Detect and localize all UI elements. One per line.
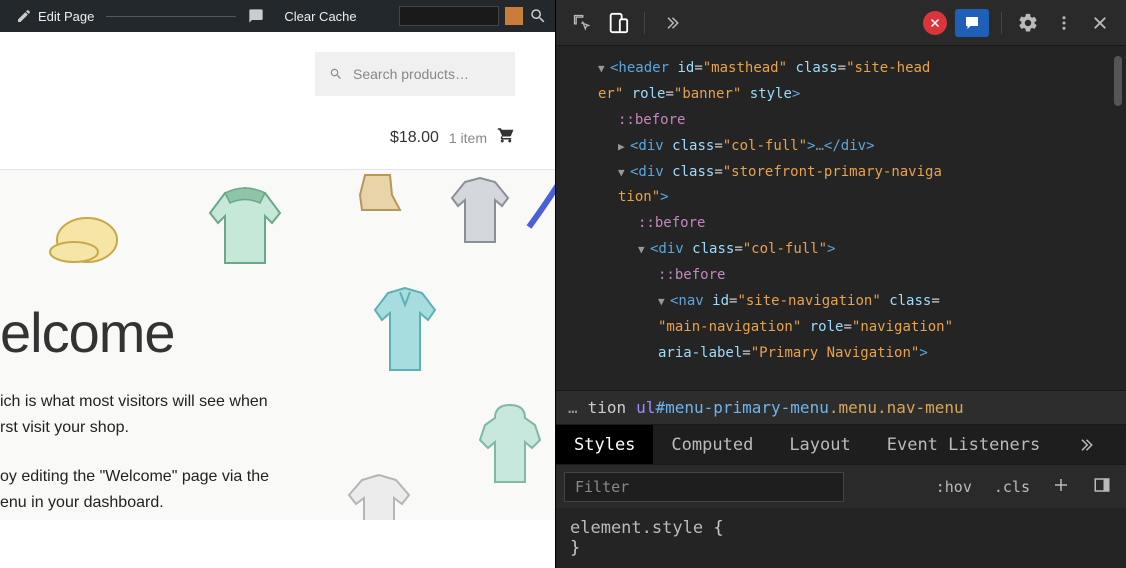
search-placeholder: Search products… — [353, 66, 469, 82]
kebab-menu-button[interactable] — [1050, 9, 1078, 37]
comment-icon — [248, 8, 264, 24]
breadcrumb-overflow[interactable]: … — [568, 398, 578, 417]
element-node-contd[interactable]: aria-label="Primary Navigation"> — [570, 341, 1126, 367]
styles-filter-input[interactable]: Filter — [564, 472, 844, 502]
clothing-cap-icon — [42, 200, 132, 270]
pseudo-element[interactable]: ::before — [570, 108, 1126, 134]
hero-paragraph-2: oy editing the "Welcome" page via the en… — [0, 464, 269, 515]
site-preview: Edit Page Clear Cache Search products… $… — [0, 0, 556, 568]
inspect-element-button[interactable] — [568, 9, 596, 37]
tab-styles[interactable]: Styles — [556, 425, 653, 464]
settings-button[interactable] — [1014, 9, 1042, 37]
tab-layout[interactable]: Layout — [771, 425, 868, 464]
breadcrumb-item-selected[interactable]: ul#menu-primary-menu.menu.nav-menu — [636, 398, 964, 417]
edit-page-label: Edit Page — [38, 9, 94, 24]
site-content: Search products… $18.00 1 item elcome — [0, 32, 555, 520]
element-node[interactable]: ▼<div class="storefront-primary-naviga — [570, 160, 1126, 186]
clothing-boot-icon — [350, 170, 410, 220]
clothing-tee-icon — [334, 470, 424, 520]
tab-computed[interactable]: Computed — [653, 425, 771, 464]
computed-sidebar-toggle[interactable] — [1086, 476, 1118, 498]
hero-title: elcome — [0, 300, 269, 365]
comments-link[interactable] — [240, 8, 272, 24]
clear-cache-link[interactable]: Clear Cache — [276, 9, 364, 24]
scrollbar[interactable] — [1114, 56, 1122, 106]
admin-separator — [106, 16, 236, 17]
dom-breadcrumb[interactable]: … tion ul#menu-primary-menu.menu.nav-men… — [556, 390, 1126, 424]
cart-count: 1 item — [449, 130, 487, 146]
element-node[interactable]: ▼<header id="masthead" class="site-head — [570, 56, 1126, 82]
pseudo-element[interactable]: ::before — [570, 263, 1126, 289]
avatar[interactable] — [505, 7, 523, 25]
elements-tree[interactable]: ▼<header id="masthead" class="site-head … — [556, 46, 1126, 390]
new-style-rule-button[interactable] — [1046, 476, 1076, 498]
element-node[interactable]: ▼<nav id="site-navigation" class= — [570, 289, 1126, 315]
admin-search-input[interactable] — [399, 6, 499, 26]
clear-cache-label: Clear Cache — [284, 9, 356, 24]
more-tabs-button[interactable] — [657, 9, 685, 37]
error-badge[interactable] — [923, 11, 947, 35]
hero-paragraph-1: ich is what most visitors will see when … — [0, 389, 269, 440]
element-node-contd[interactable]: "main-navigation" role="navigation" — [570, 315, 1126, 341]
cart-price: $18.00 — [390, 129, 439, 147]
wp-admin-bar: Edit Page Clear Cache — [0, 0, 555, 32]
pseudo-element[interactable]: ::before — [570, 211, 1126, 237]
edit-page-link[interactable]: Edit Page — [8, 8, 102, 24]
close-devtools-button[interactable] — [1086, 9, 1114, 37]
element-node[interactable]: ▼<div class="col-full"> — [570, 237, 1126, 263]
cart-icon — [497, 126, 515, 149]
device-toolbar-button[interactable] — [604, 9, 632, 37]
search-icon — [329, 67, 343, 81]
tab-event-listeners[interactable]: Event Listeners — [869, 425, 1059, 464]
cls-toggle[interactable]: .cls — [988, 478, 1036, 496]
more-tabs-button[interactable] — [1058, 425, 1112, 464]
element-node-contd[interactable]: tion"> — [570, 185, 1126, 211]
hov-toggle[interactable]: :hov — [930, 478, 978, 496]
clothing-hoodie-icon — [470, 400, 550, 490]
breadcrumb-item[interactable]: tion — [588, 398, 627, 417]
styles-tab-bar: Styles Computed Layout Event Listeners — [556, 424, 1126, 464]
devtools-toolbar — [556, 0, 1126, 46]
cart-summary[interactable]: $18.00 1 item — [0, 96, 555, 169]
product-search-input[interactable]: Search products… — [315, 52, 515, 96]
search-icon[interactable] — [529, 7, 547, 25]
styles-filter-row: Filter :hov .cls — [556, 464, 1126, 508]
styles-rules[interactable]: element.style { } — [556, 508, 1126, 568]
clothing-shirt-icon — [190, 178, 300, 273]
element-node[interactable]: ▶<div class="col-full">…</div> — [570, 134, 1126, 160]
site-header: Search products… $18.00 1 item — [0, 32, 555, 170]
pencil-icon — [16, 8, 32, 24]
element-node-contd[interactable]: er" role="banner" style> — [570, 82, 1126, 108]
hero-section: elcome ich is what most visitors will se… — [0, 170, 555, 520]
devtools-panel: ▼<header id="masthead" class="site-head … — [556, 0, 1126, 568]
clothing-polo-icon — [360, 280, 450, 380]
clothing-jacket-icon — [440, 170, 520, 250]
feedback-button[interactable] — [955, 9, 989, 37]
